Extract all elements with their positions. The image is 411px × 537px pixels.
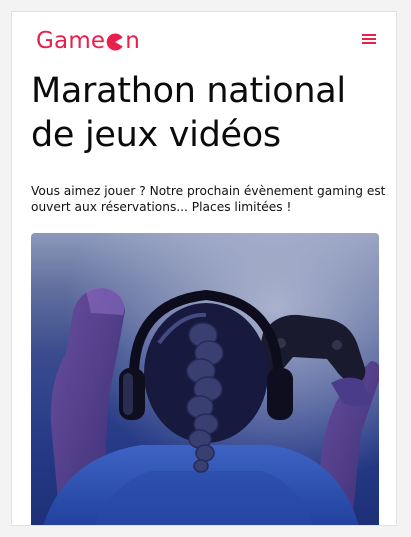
page-title-line-1: Marathon national (31, 71, 346, 111)
event-description: Vous aimez jouer ? Notre prochain évènem… (31, 183, 386, 215)
pacman-icon (107, 32, 123, 51)
page-card: Game n Marathon national de jeux vidéos … (11, 11, 397, 526)
hero-image (31, 233, 379, 525)
brand-logo[interactable]: Game n (36, 30, 140, 53)
brand-text-game: Game (36, 28, 106, 54)
page-title-line-2: de jeux vidéos (31, 115, 281, 155)
gamer-illustration (31, 233, 379, 525)
hamburger-menu-icon[interactable] (362, 33, 376, 45)
event-description-line-1: Vous aimez jouer ? Notre prochain évènem… (31, 184, 386, 198)
page-title: Marathon national de jeux vidéos (31, 69, 371, 157)
event-description-line-2: ouvert aux réservations... Places limité… (31, 200, 292, 214)
brand-text-n: n (125, 28, 141, 54)
